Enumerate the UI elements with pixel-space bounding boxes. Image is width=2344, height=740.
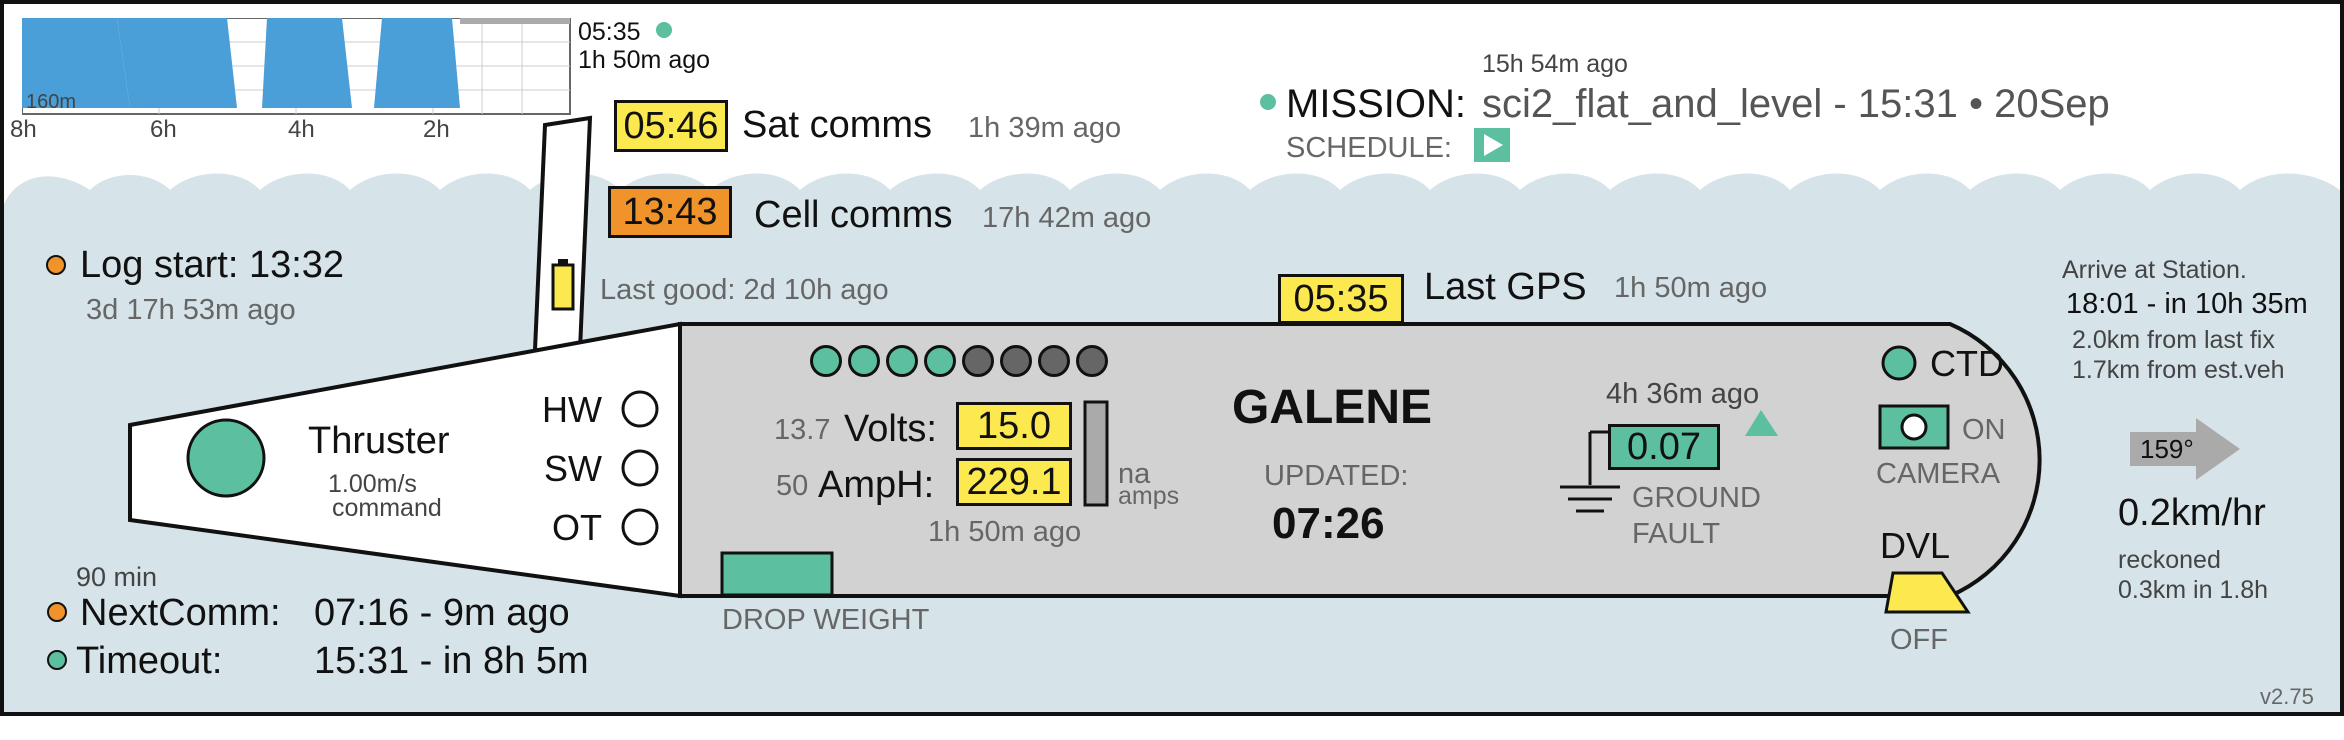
- ground-fault-label-2: FAULT: [1632, 518, 1721, 550]
- log-start-label: Log start: 13:32: [80, 244, 345, 286]
- drop-weight-icon: [720, 551, 834, 597]
- sat-comms-label: Sat comms: [742, 104, 933, 146]
- battery-cell: [810, 345, 842, 377]
- camera-label: CAMERA: [1876, 458, 2001, 490]
- depth-plot: 160m: [22, 18, 571, 115]
- next-comm-label: NextComm:: [80, 592, 281, 634]
- last-good-label: Last good: 2d 10h ago: [600, 274, 889, 306]
- battery-ago: 1h 50m ago: [928, 516, 1082, 548]
- next-comm-value: 07:16 - 9m ago: [314, 592, 570, 634]
- battery-cell: [886, 345, 918, 377]
- vehicle-name: GALENE: [1232, 381, 1433, 434]
- gps-ago: 1h 50m ago: [1614, 272, 1768, 304]
- cell-comms-label: Cell comms: [754, 194, 953, 236]
- battery-cells: [810, 345, 1108, 377]
- ctd-indicator: [1881, 345, 1917, 381]
- plot-tick-8h: 8h: [10, 116, 37, 143]
- ot-label: OT: [552, 507, 602, 548]
- mission-name[interactable]: sci2_flat_and_level - 15:31 • 20Sep: [1482, 84, 2110, 124]
- next-comm-interval: 90 min: [76, 562, 158, 592]
- version-label: v2.75: [2260, 684, 2314, 709]
- arrive-from-est: 1.7km from est.veh: [2072, 356, 2285, 384]
- thruster-icon: [186, 418, 266, 498]
- amph-label: AmpH:: [818, 464, 935, 506]
- arrive-title: Arrive at Station.: [2062, 256, 2247, 284]
- depth-max-label: 160m: [26, 91, 76, 113]
- mission-ago: 15h 54m ago: [1482, 50, 1628, 78]
- heading-degrees: 159°: [2140, 434, 2194, 464]
- comms-mast: [532, 115, 593, 352]
- thruster-label: Thruster: [308, 420, 450, 462]
- drop-weight-label: DROP WEIGHT: [722, 604, 930, 636]
- heading-speed: 0.2km/hr: [2118, 492, 2266, 534]
- volts-value: 15.0: [956, 402, 1072, 450]
- dvl-state: OFF: [1890, 624, 1948, 656]
- cell-comms-ago: 17h 42m ago: [982, 202, 1152, 234]
- sat-comms-ago: 1h 39m ago: [968, 112, 1122, 144]
- battery-cell: [848, 345, 880, 377]
- reckoned-distance: 0.3km in 1.8h: [2118, 576, 2269, 604]
- depth-plot-ago: 1h 50m ago: [578, 46, 711, 74]
- battery-cell: [962, 345, 994, 377]
- gps-label: Last GPS: [1424, 266, 1587, 308]
- schedule-label: SCHEDULE:: [1286, 132, 1452, 164]
- plot-tick-2h: 2h: [423, 116, 450, 143]
- ground-fault-ago: 4h 36m ago: [1606, 378, 1760, 410]
- dvl-label: DVL: [1880, 525, 1951, 566]
- sat-comms-time: 05:46: [614, 100, 728, 152]
- timeout-value: 15:31 - in 8h 5m: [314, 640, 589, 682]
- battery-cell: [1000, 345, 1032, 377]
- amph-value: 229.1: [956, 458, 1072, 506]
- sw-label: SW: [544, 448, 602, 489]
- mission-dot: [1260, 94, 1276, 110]
- ot-indicator: [621, 508, 659, 546]
- gps-time: 05:35: [1278, 274, 1404, 324]
- updated-time: 07:26: [1272, 499, 1385, 548]
- hw-indicator: [621, 390, 659, 428]
- mission-label: MISSION:: [1286, 82, 1467, 126]
- amps-gauge: [1083, 400, 1109, 507]
- dashboard: 160m 8h 6h 4h 2h 05:35 1h 50m ago 05:46 …: [0, 0, 2344, 740]
- volts-previous: 13.7: [774, 414, 831, 446]
- camera-state: ON: [1962, 414, 2006, 446]
- plot-tick-6h: 6h: [150, 116, 177, 143]
- battery-cell: [924, 345, 956, 377]
- mast-battery-icon: [551, 263, 575, 311]
- arrive-eta: 18:01 - in 10h 35m: [2066, 288, 2308, 320]
- next-comm-dot: [47, 602, 67, 622]
- updated-label: UPDATED:: [1264, 460, 1409, 492]
- sw-indicator: [621, 449, 659, 487]
- amph-previous: 50: [776, 470, 809, 502]
- depth-plot-time: 05:35: [578, 18, 641, 46]
- amps-unit: amps: [1118, 482, 1180, 510]
- hw-label: HW: [542, 389, 602, 430]
- depth-plot-dot: [656, 22, 672, 38]
- ground-fault-label-1: GROUND: [1632, 482, 1761, 514]
- battery-cell: [1076, 345, 1108, 377]
- timeout-dot: [47, 650, 67, 670]
- battery-cell: [1038, 345, 1070, 377]
- arrive-from-fix: 2.0km from last fix: [2072, 326, 2275, 354]
- plot-tick-4h: 4h: [288, 116, 315, 143]
- reckoned-label: reckoned: [2118, 546, 2221, 574]
- log-start-ago: 3d 17h 53m ago: [86, 294, 296, 326]
- log-start-dot: [46, 255, 66, 275]
- volts-label: Volts:: [844, 408, 937, 450]
- ctd-label: CTD: [1930, 343, 2004, 384]
- timeout-label: Timeout:: [76, 640, 223, 682]
- ground-fault-value: 0.07: [1608, 424, 1720, 470]
- cell-comms-time: 13:43: [608, 186, 732, 238]
- thruster-command: command: [332, 494, 442, 522]
